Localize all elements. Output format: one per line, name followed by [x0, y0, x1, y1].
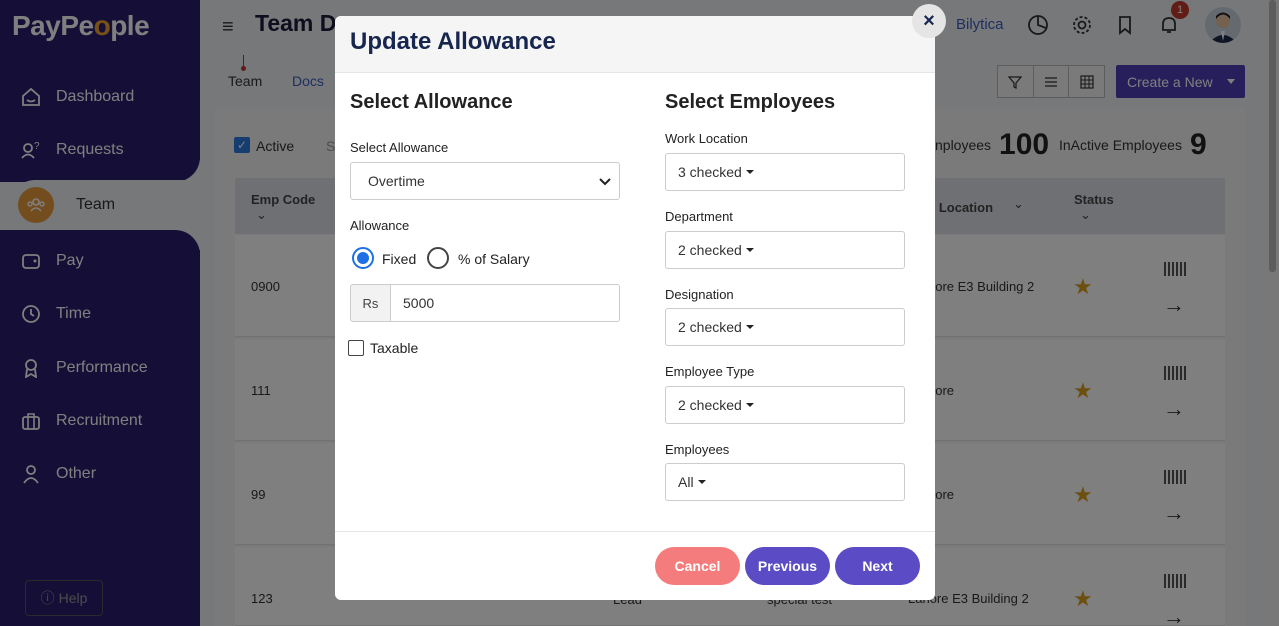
- allowance-label: Allowance: [350, 218, 410, 233]
- chevron-down-icon: [599, 173, 611, 189]
- update-allowance-modal: Update Allowance Select Allowance Select…: [335, 16, 935, 600]
- caret-down-icon: [697, 480, 706, 484]
- modal-header: Update Allowance: [335, 16, 935, 73]
- caret-down-icon: [745, 403, 754, 407]
- close-icon: ×: [923, 9, 935, 32]
- amount-input[interactable]: 5000: [391, 284, 620, 322]
- percent-salary-radio[interactable]: [427, 247, 449, 269]
- taxable-label: Taxable: [370, 340, 419, 356]
- designation-dropdown[interactable]: 2 checked: [665, 308, 905, 346]
- work-location-dropdown[interactable]: 3 checked: [665, 153, 905, 191]
- next-button[interactable]: Next: [835, 547, 920, 585]
- employee-type-label: Employee Type: [665, 364, 755, 379]
- employees-label: Employees: [665, 442, 730, 457]
- work-location-label: Work Location: [665, 131, 748, 146]
- department-dropdown[interactable]: 2 checked: [665, 231, 905, 269]
- dropdown-value: 3 checked: [678, 164, 742, 180]
- cancel-button[interactable]: Cancel: [655, 547, 740, 585]
- dropdown-value: 2 checked: [678, 397, 742, 413]
- select-allowance-heading: Select Allowance: [350, 91, 513, 113]
- designation-label: Designation: [665, 287, 734, 302]
- caret-down-icon: [745, 325, 754, 329]
- employees-dropdown[interactable]: All: [665, 463, 905, 501]
- fixed-radio-label: Fixed: [382, 251, 417, 267]
- employee-type-dropdown[interactable]: 2 checked: [665, 386, 905, 424]
- dropdown-value: 2 checked: [678, 319, 742, 335]
- modal-footer-divider: [335, 531, 935, 532]
- close-modal-button[interactable]: ×: [912, 4, 946, 38]
- taxable-checkbox[interactable]: [348, 340, 364, 356]
- dropdown-value: 2 checked: [678, 242, 742, 258]
- amount-input-group: Rs 5000: [350, 284, 620, 322]
- fixed-radio[interactable]: [352, 247, 374, 269]
- modal-title: Update Allowance: [350, 28, 556, 55]
- department-label: Department: [665, 209, 733, 224]
- allowance-select-value: Overtime: [368, 173, 425, 189]
- percent-salary-label: % of Salary: [458, 251, 530, 267]
- dropdown-value: All: [678, 474, 694, 490]
- currency-prefix: Rs: [350, 284, 391, 322]
- select-employees-heading: Select Employees: [665, 91, 836, 113]
- select-allowance-label: Select Allowance: [350, 140, 449, 155]
- previous-button[interactable]: Previous: [745, 547, 830, 585]
- caret-down-icon: [745, 170, 754, 174]
- caret-down-icon: [745, 248, 754, 252]
- allowance-select[interactable]: Overtime: [350, 162, 620, 200]
